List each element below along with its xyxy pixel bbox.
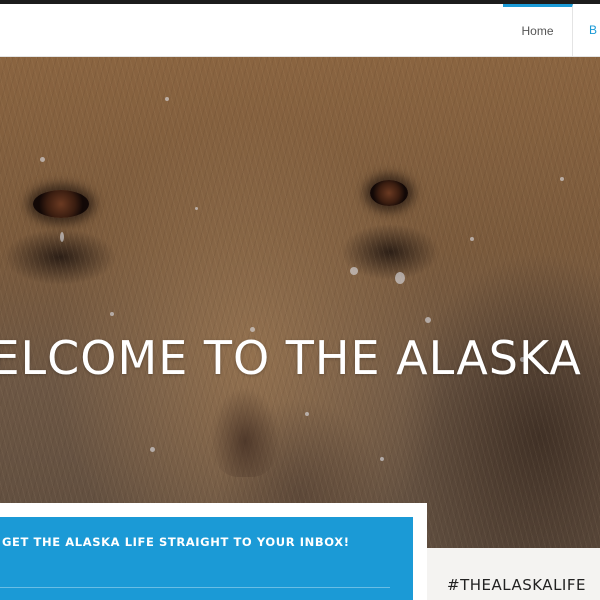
hero-title: WELCOME TO THE ALASKA LIFE [0, 331, 600, 385]
snowflake [350, 267, 358, 275]
snowflake [395, 272, 405, 284]
newsletter-divider [0, 587, 390, 588]
snowflake [470, 237, 474, 241]
snowflake [425, 317, 431, 323]
page: Home B WELCOME TO THE ALASKA LIFE GET TH… [0, 0, 600, 600]
snowflake [40, 157, 45, 162]
social-hashtag[interactable]: #THEALASKALIFE [447, 576, 586, 594]
snowflake [560, 177, 564, 181]
social-panel: #THEALASKALIFE [427, 548, 600, 600]
bear-nose [210, 387, 280, 477]
snowflake [195, 207, 198, 210]
snowflake [110, 312, 114, 316]
snowflake [60, 232, 64, 242]
snowflake [380, 457, 384, 461]
nav-item-next[interactable]: B [589, 4, 600, 56]
snowflake [165, 97, 169, 101]
newsletter-card: GET THE ALASKA LIFE STRAIGHT TO YOUR INB… [0, 503, 427, 600]
newsletter-banner[interactable]: GET THE ALASKA LIFE STRAIGHT TO YOUR INB… [0, 517, 413, 600]
nav-item-home[interactable]: Home [503, 4, 573, 56]
snowflake [150, 447, 155, 452]
snowflake [305, 412, 309, 416]
navbar: Home B [0, 4, 600, 57]
bear-eye-left [33, 190, 89, 218]
newsletter-heading: GET THE ALASKA LIFE STRAIGHT TO YOUR INB… [2, 535, 350, 549]
bear-eye-right [370, 180, 408, 206]
